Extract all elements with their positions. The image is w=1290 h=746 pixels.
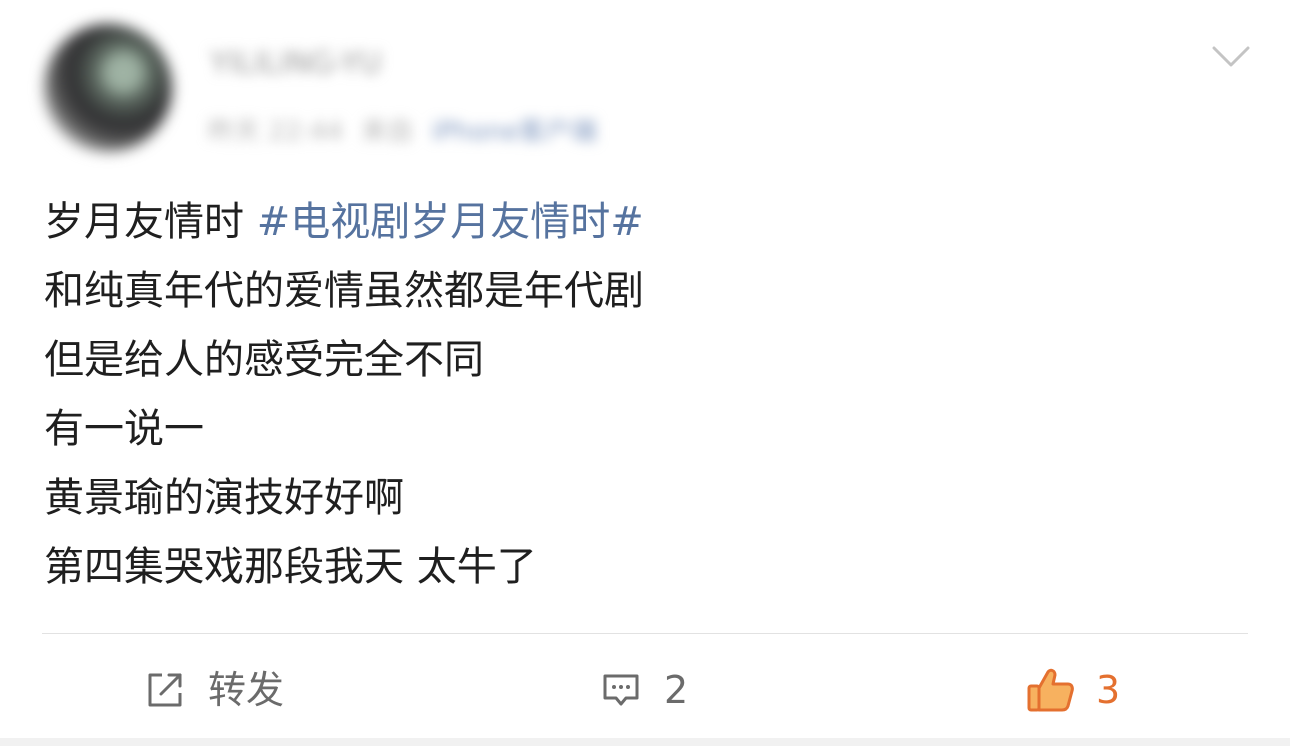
comment-count: 2 [664,668,689,712]
comment-icon [600,669,642,711]
post-source-client[interactable]: iPhone客户端 [431,117,597,147]
post-line: 黄景瑜的演技好好啊 [44,475,404,521]
card-separator [0,738,1290,746]
post-line: 有一说一 [44,406,204,452]
like-count: 3 [1096,668,1121,712]
repost-button[interactable]: 转发 [144,662,284,718]
hashtag-link[interactable]: #电视剧岁月友情时# [257,199,644,245]
thumbs-up-icon [1026,666,1076,714]
post-line: 但是给人的感受完全不同 [44,337,484,383]
post-content: 岁月友情时 #电视剧岁月友情时# 和纯真年代的爱情虽然都是年代剧 但是给人的感受… [44,188,1244,602]
post-text-prefix: 岁月友情时 [44,199,257,245]
share-icon [144,669,186,711]
divider [42,633,1248,634]
post-meta: 昨天 22:44 来自 iPhone客户端 [208,112,723,152]
post-first-line: 岁月友情时 #电视剧岁月友情时# [44,188,1244,257]
post-source-prefix: 来自 [361,117,414,147]
like-button[interactable]: 3 [1026,662,1120,718]
chevron-down-icon[interactable] [1212,44,1250,70]
avatar[interactable] [44,24,172,152]
post-line: 和纯真年代的爱情虽然都是年代剧 [44,268,644,314]
comment-button[interactable]: 2 [600,662,688,718]
repost-label: 转发 [208,668,285,712]
username[interactable]: YILILING-YU [210,42,460,86]
post-line: 第四集哭戏那段我天 太牛了 [44,544,537,590]
post-time: 昨天 22:44 [208,117,344,147]
